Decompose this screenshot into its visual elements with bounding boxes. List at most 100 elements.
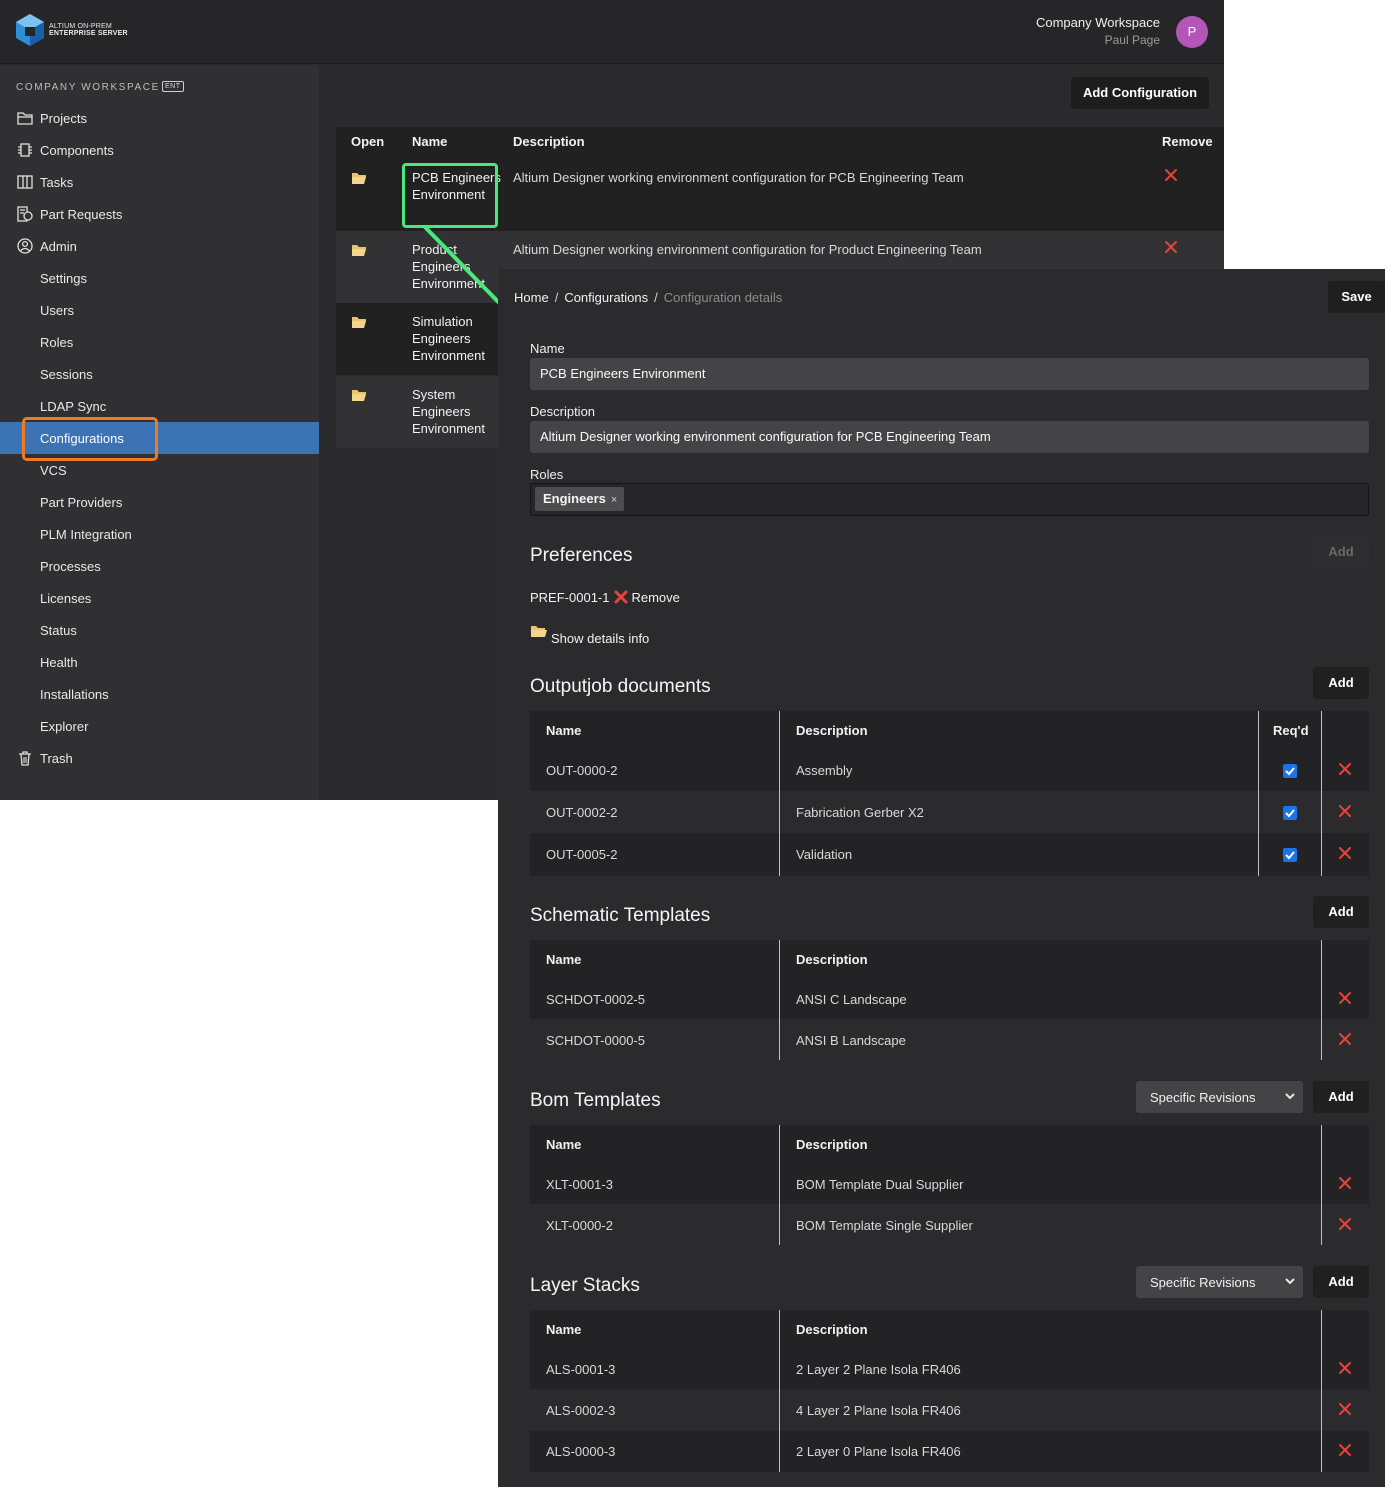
sidebar-item-label: Licenses (40, 591, 92, 606)
sidebar-item-status[interactable]: Status (0, 614, 319, 646)
remove-icon[interactable] (1338, 762, 1352, 776)
table-row: ALS-0001-3 2 Layer 2 Plane Isola FR406 (530, 1348, 1369, 1390)
remove-icon[interactable] (1338, 1361, 1352, 1375)
remove-icon[interactable] (1338, 1443, 1352, 1457)
row-name: OUT-0000-2 (546, 763, 618, 778)
sidebar-item-label: Processes (40, 559, 101, 574)
sidebar-item-label: VCS (40, 463, 67, 478)
row-description: 4 Layer 2 Plane Isola FR406 (796, 1403, 961, 1418)
column-open: Open (351, 134, 385, 149)
save-button[interactable]: Save (1328, 281, 1385, 313)
required-checkbox[interactable] (1283, 764, 1297, 778)
bom-add-button[interactable]: Add (1313, 1081, 1369, 1113)
sidebar-item-users[interactable]: Users (0, 294, 319, 326)
remove-icon[interactable] (1164, 168, 1178, 182)
sidebar-item-trash[interactable]: Trash (0, 742, 319, 774)
remove-icon[interactable] (1338, 991, 1352, 1005)
sidebar-item-explorer[interactable]: Explorer (0, 710, 319, 742)
folder-icon (17, 112, 33, 125)
column-description: Description (513, 134, 585, 149)
name-label: Name (530, 341, 565, 356)
column-divider (779, 1125, 780, 1245)
row-description: ANSI C Landscape (796, 992, 907, 1007)
column-name: Name (546, 1322, 582, 1337)
roles-input[interactable]: Engineers × (530, 483, 1369, 516)
preference-remove-link[interactable]: Remove (631, 590, 679, 605)
configurations-highlight (22, 417, 158, 461)
part-request-icon (17, 206, 33, 222)
breadcrumb-home[interactable]: Home (514, 290, 549, 305)
remove-icon[interactable] (1164, 240, 1178, 254)
sidebar-item-admin[interactable]: Admin (0, 230, 319, 262)
row-description: Fabrication Gerber X2 (796, 805, 924, 820)
sidebar-item-settings[interactable]: Settings (0, 262, 319, 294)
sidebar-item-tasks[interactable]: Tasks (0, 166, 319, 198)
schematic-add-button[interactable]: Add (1313, 896, 1369, 928)
preference-item: PREF-0001-1 Remove (530, 589, 680, 605)
preferences-add-button[interactable]: Add (1313, 536, 1369, 568)
user-circle-icon (17, 238, 33, 254)
sidebar-item-part-providers[interactable]: Part Providers (0, 486, 319, 518)
table-row: SCHDOT-0002-5 ANSI C Landscape (530, 978, 1369, 1020)
sidebar-item-label: PLM Integration (40, 527, 132, 542)
bom-revision-select[interactable]: Specific Revisions (1136, 1081, 1303, 1113)
sidebar-item-label: Users (40, 303, 74, 318)
sidebar-item-processes[interactable]: Processes (0, 550, 319, 582)
altium-logo-icon (16, 14, 44, 46)
chip-icon (18, 143, 32, 157)
required-checkbox[interactable] (1283, 806, 1297, 820)
sidebar-item-sessions[interactable]: Sessions (0, 358, 319, 390)
table-row: SCHDOT-0000-5 ANSI B Landscape (530, 1019, 1369, 1061)
preference-id: PREF-0001-1 (530, 590, 610, 605)
open-folder-icon[interactable] (351, 243, 367, 257)
row-name: ALS-0000-3 (546, 1444, 616, 1459)
remove-icon[interactable] (1338, 1402, 1352, 1416)
column-name: Name (546, 1137, 582, 1152)
add-configuration-button[interactable]: Add Configuration (1071, 77, 1209, 109)
sidebar-item-plm-integration[interactable]: PLM Integration (0, 518, 319, 550)
sidebar-item-projects[interactable]: Projects (0, 102, 319, 134)
column-divider (1321, 711, 1322, 876)
sidebar-item-licenses[interactable]: Licenses (0, 582, 319, 614)
avatar[interactable]: P (1176, 16, 1208, 48)
check-icon (1285, 767, 1295, 776)
show-details-label: Show details info (551, 631, 650, 646)
column-divider (1258, 711, 1259, 876)
sidebar-item-roles[interactable]: Roles (0, 326, 319, 358)
remove-icon[interactable] (613, 589, 629, 605)
open-folder-icon[interactable] (351, 171, 367, 185)
sidebar-item-label: Part Requests (40, 207, 123, 222)
remove-icon[interactable] (1338, 1032, 1352, 1046)
name-input[interactable]: PCB Engineers Environment (530, 358, 1369, 390)
remove-icon[interactable] (1338, 1217, 1352, 1231)
outputjob-add-button[interactable]: Add (1313, 667, 1369, 699)
sidebar-item-part-requests[interactable]: Part Requests (0, 198, 319, 230)
layer-add-button[interactable]: Add (1313, 1266, 1369, 1298)
table-row: ALS-0000-3 2 Layer 0 Plane Isola FR406 (530, 1430, 1369, 1472)
table-row: OUT-0005-2 Validation (530, 833, 1369, 875)
sidebar-item-health[interactable]: Health (0, 646, 319, 678)
layer-revision-select[interactable]: Specific Revisions (1136, 1266, 1303, 1298)
table-header: Name Description (530, 1310, 1369, 1348)
column-divider (1321, 1310, 1322, 1472)
open-folder-icon[interactable] (351, 388, 367, 402)
remove-icon[interactable] (1338, 804, 1352, 818)
pcb-row-highlight (402, 163, 498, 228)
remove-icon[interactable] (1338, 846, 1352, 860)
sidebar-item-installations[interactable]: Installations (0, 678, 319, 710)
breadcrumb-configurations[interactable]: Configurations (564, 290, 648, 305)
sidebar-item-label: Trash (40, 751, 73, 766)
layer-revision-value: Specific Revisions (1150, 1275, 1256, 1290)
role-chip-remove-icon[interactable]: × (611, 494, 617, 506)
sidebar-item-label: Explorer (40, 719, 89, 734)
remove-icon[interactable] (1338, 1176, 1352, 1190)
row-name: OUT-0005-2 (546, 847, 618, 862)
open-folder-icon[interactable] (351, 315, 367, 329)
description-input[interactable]: Altium Designer working environment conf… (530, 421, 1369, 453)
sidebar-item-label: Components (40, 143, 114, 158)
sidebar-item-components[interactable]: Components (0, 134, 319, 166)
check-icon (1285, 851, 1295, 860)
schematic-title: Schematic Templates (530, 905, 711, 926)
required-checkbox[interactable] (1283, 848, 1297, 862)
row-name: SCHDOT-0000-5 (546, 1033, 645, 1048)
